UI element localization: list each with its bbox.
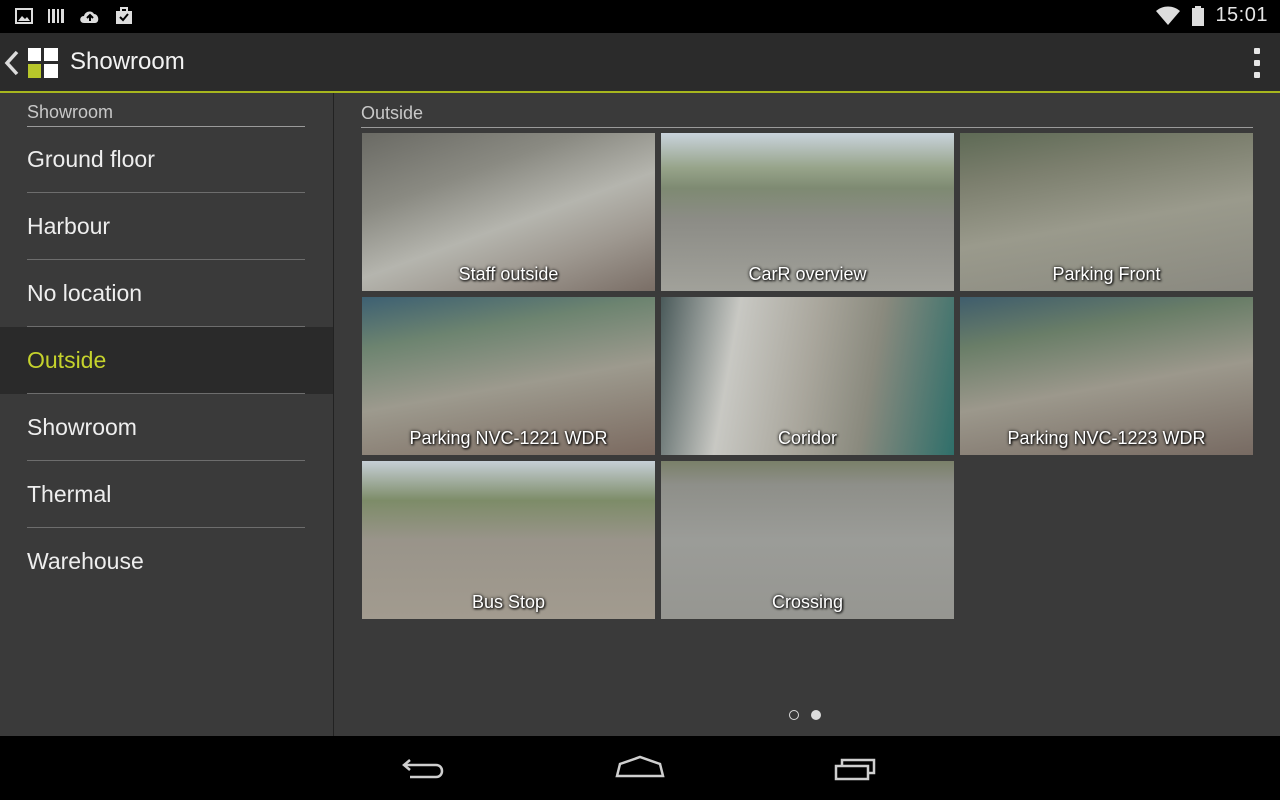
briefcase-check-icon bbox=[116, 7, 132, 24]
sidebar-item-warehouse[interactable]: Warehouse bbox=[0, 528, 333, 595]
camera-tile-staff-outside[interactable]: Staff outside bbox=[362, 133, 655, 291]
sidebar-item-label: Ground floor bbox=[27, 146, 155, 172]
back-icon[interactable] bbox=[400, 752, 448, 784]
image-icon bbox=[15, 8, 33, 24]
sidebar-item-label: Thermal bbox=[27, 481, 112, 507]
wifi-icon bbox=[1156, 6, 1181, 25]
sidebar-item-label: No location bbox=[27, 280, 143, 306]
camera-name: CarR overview bbox=[748, 264, 867, 284]
sidebar-item-label: Warehouse bbox=[27, 548, 144, 574]
sidebar: Showroom Ground floor Harbour No locatio… bbox=[0, 93, 334, 736]
sidebar-item-harbour[interactable]: Harbour bbox=[0, 193, 333, 260]
sidebar-item-label: Outside bbox=[27, 347, 107, 373]
cloud-upload-icon bbox=[80, 11, 99, 23]
sidebar-item-label: Harbour bbox=[27, 213, 111, 239]
sidebar-item-ground-floor[interactable]: Ground floor bbox=[0, 126, 333, 193]
camera-name: Crossing bbox=[771, 592, 844, 612]
page-indicator bbox=[789, 710, 821, 720]
app-logo[interactable] bbox=[28, 48, 58, 78]
camera-tile-parking-front[interactable]: Parking Front bbox=[960, 133, 1253, 291]
barcode-icon bbox=[48, 9, 64, 23]
page-title: Showroom bbox=[70, 48, 185, 75]
battery-icon bbox=[1192, 5, 1205, 26]
up-navigation-icon[interactable] bbox=[2, 49, 22, 77]
page-dot-2[interactable] bbox=[811, 710, 821, 720]
sidebar-item-showroom[interactable]: Showroom bbox=[0, 394, 333, 461]
sidebar-item-outside[interactable]: Outside bbox=[0, 327, 333, 394]
home-icon[interactable] bbox=[614, 752, 666, 784]
camera-name: Parking NVC-1221 WDR bbox=[409, 428, 608, 448]
camera-tile-coridor[interactable]: Coridor bbox=[661, 297, 954, 455]
camera-name: Coridor bbox=[777, 428, 838, 448]
clock: 15:01 bbox=[1215, 4, 1268, 26]
camera-name: Staff outside bbox=[458, 264, 559, 284]
sidebar-item-no-location[interactable]: No location bbox=[0, 260, 333, 327]
camera-tile-carr-overview[interactable]: CarR overview bbox=[661, 133, 954, 291]
section-header: Outside bbox=[361, 103, 1253, 128]
camera-tile-parking-nvc-1223[interactable]: Parking NVC-1223 WDR bbox=[960, 297, 1253, 455]
sidebar-list: Ground floor Harbour No location Outside… bbox=[0, 126, 333, 595]
camera-tile-bus-stop[interactable]: Bus Stop bbox=[362, 461, 655, 619]
camera-tile-parking-nvc-1221[interactable]: Parking NVC-1221 WDR bbox=[362, 297, 655, 455]
page-dot-1[interactable] bbox=[789, 710, 799, 720]
camera-tile-crossing[interactable]: Crossing bbox=[661, 461, 954, 619]
recent-apps-icon[interactable] bbox=[832, 752, 884, 784]
camera-name: Bus Stop bbox=[471, 592, 546, 612]
camera-name: Parking NVC-1223 WDR bbox=[1007, 428, 1206, 448]
sidebar-header: Showroom bbox=[27, 102, 305, 127]
action-bar: Showroom bbox=[0, 33, 1280, 93]
overflow-menu-icon[interactable] bbox=[1252, 48, 1262, 78]
sidebar-item-thermal[interactable]: Thermal bbox=[0, 461, 333, 528]
sidebar-item-label: Showroom bbox=[27, 414, 137, 440]
camera-name: Parking Front bbox=[1052, 264, 1161, 284]
system-nav-bar bbox=[0, 736, 1280, 800]
status-bar: 15:01 bbox=[0, 0, 1280, 33]
camera-grid-panel: Outside Staff outside CarR overview Park… bbox=[334, 93, 1280, 736]
